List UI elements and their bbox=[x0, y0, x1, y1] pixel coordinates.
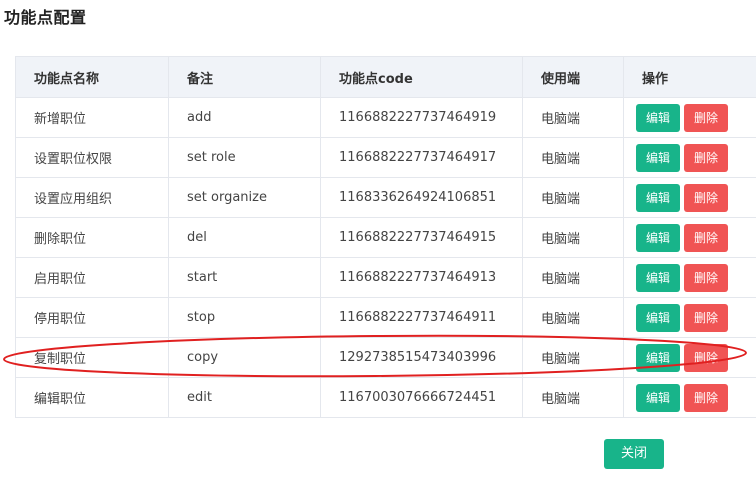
cell-name: 设置应用组织 bbox=[15, 177, 169, 218]
cell-name: 设置职位权限 bbox=[15, 137, 169, 178]
cell-code: 1167003076666724451 bbox=[320, 377, 523, 418]
cell-ops: 编辑 删除 bbox=[623, 257, 756, 298]
edit-button[interactable]: 编辑 bbox=[636, 303, 680, 332]
delete-button[interactable]: 删除 bbox=[684, 103, 728, 132]
cell-code: 1166882227737464919 bbox=[320, 97, 523, 138]
cell-ops: 编辑 删除 bbox=[623, 177, 756, 218]
cell-client: 电脑端 bbox=[522, 257, 624, 298]
delete-button[interactable]: 删除 bbox=[684, 383, 728, 412]
cell-ops: 编辑 删除 bbox=[623, 377, 756, 418]
cell-ops: 编辑 删除 bbox=[623, 217, 756, 258]
column-header-remark: 备注 bbox=[168, 56, 321, 98]
cell-client: 电脑端 bbox=[522, 97, 624, 138]
cell-client: 电脑端 bbox=[522, 297, 624, 338]
table-row: 停用职位 stop 1166882227737464911 电脑端 编辑 删除 bbox=[15, 297, 756, 338]
cell-client: 电脑端 bbox=[522, 217, 624, 258]
cell-client: 电脑端 bbox=[522, 177, 624, 218]
cell-remark: copy bbox=[168, 337, 321, 378]
feature-config-page: 功能点配置 功能点名称 备注 功能点code 使用端 操作 新增职位 add 1 bbox=[0, 0, 756, 480]
cell-name: 编辑职位 bbox=[15, 377, 169, 418]
cell-ops: 编辑 删除 bbox=[623, 137, 756, 178]
cell-remark: edit bbox=[168, 377, 321, 418]
delete-button[interactable]: 删除 bbox=[684, 143, 728, 172]
table-row: 新增职位 add 1166882227737464919 电脑端 编辑 删除 bbox=[15, 97, 756, 138]
delete-button[interactable]: 删除 bbox=[684, 343, 728, 372]
edit-button[interactable]: 编辑 bbox=[636, 223, 680, 252]
cell-remark: stop bbox=[168, 297, 321, 338]
cell-name: 新增职位 bbox=[15, 97, 169, 138]
feature-table-container: 功能点名称 备注 功能点code 使用端 操作 新增职位 add 1166882… bbox=[15, 56, 756, 418]
cell-code: 1292738515473403996 bbox=[320, 337, 523, 378]
table-row: 启用职位 start 1166882227737464913 电脑端 编辑 删除 bbox=[15, 257, 756, 298]
table-row: 复制职位 copy 1292738515473403996 电脑端 编辑 删除 bbox=[15, 337, 756, 378]
table-row: 设置职位权限 set role 1166882227737464917 电脑端 … bbox=[15, 137, 756, 178]
page-title: 功能点配置 bbox=[4, 8, 87, 27]
column-header-client: 使用端 bbox=[522, 56, 624, 98]
cell-name: 停用职位 bbox=[15, 297, 169, 338]
edit-button[interactable]: 编辑 bbox=[636, 383, 680, 412]
cell-code: 1166882227737464917 bbox=[320, 137, 523, 178]
edit-button[interactable]: 编辑 bbox=[636, 103, 680, 132]
cell-name: 删除职位 bbox=[15, 217, 169, 258]
cell-code: 1168336264924106851 bbox=[320, 177, 523, 218]
delete-button[interactable]: 删除 bbox=[684, 263, 728, 292]
table-row: 设置应用组织 set organize 1168336264924106851 … bbox=[15, 177, 756, 218]
cell-client: 电脑端 bbox=[522, 377, 624, 418]
cell-code: 1166882227737464913 bbox=[320, 257, 523, 298]
edit-button[interactable]: 编辑 bbox=[636, 143, 680, 172]
cell-code: 1166882227737464911 bbox=[320, 297, 523, 338]
cell-remark: set organize bbox=[168, 177, 321, 218]
column-header-name: 功能点名称 bbox=[15, 56, 169, 98]
cell-code: 1166882227737464915 bbox=[320, 217, 523, 258]
table-row: 编辑职位 edit 1167003076666724451 电脑端 编辑 删除 bbox=[15, 377, 756, 418]
table-row: 删除职位 del 1166882227737464915 电脑端 编辑 删除 bbox=[15, 217, 756, 258]
edit-button[interactable]: 编辑 bbox=[636, 263, 680, 292]
feature-table: 功能点名称 备注 功能点code 使用端 操作 新增职位 add 1166882… bbox=[15, 56, 756, 418]
column-header-ops: 操作 bbox=[623, 56, 756, 98]
cell-ops: 编辑 删除 bbox=[623, 297, 756, 338]
cell-remark: add bbox=[168, 97, 321, 138]
cell-name: 启用职位 bbox=[15, 257, 169, 298]
cell-name: 复制职位 bbox=[15, 337, 169, 378]
edit-button[interactable]: 编辑 bbox=[636, 343, 680, 372]
cell-ops: 编辑 删除 bbox=[623, 97, 756, 138]
cell-remark: del bbox=[168, 217, 321, 258]
close-button[interactable]: 关闭 bbox=[604, 439, 664, 469]
cell-client: 电脑端 bbox=[522, 137, 624, 178]
cell-client: 电脑端 bbox=[522, 337, 624, 378]
cell-remark: set role bbox=[168, 137, 321, 178]
table-header-row: 功能点名称 备注 功能点code 使用端 操作 bbox=[15, 56, 756, 98]
column-header-code: 功能点code bbox=[320, 56, 523, 98]
cell-remark: start bbox=[168, 257, 321, 298]
edit-button[interactable]: 编辑 bbox=[636, 183, 680, 212]
delete-button[interactable]: 删除 bbox=[684, 223, 728, 252]
delete-button[interactable]: 删除 bbox=[684, 303, 728, 332]
cell-ops: 编辑 删除 bbox=[623, 337, 756, 378]
delete-button[interactable]: 删除 bbox=[684, 183, 728, 212]
